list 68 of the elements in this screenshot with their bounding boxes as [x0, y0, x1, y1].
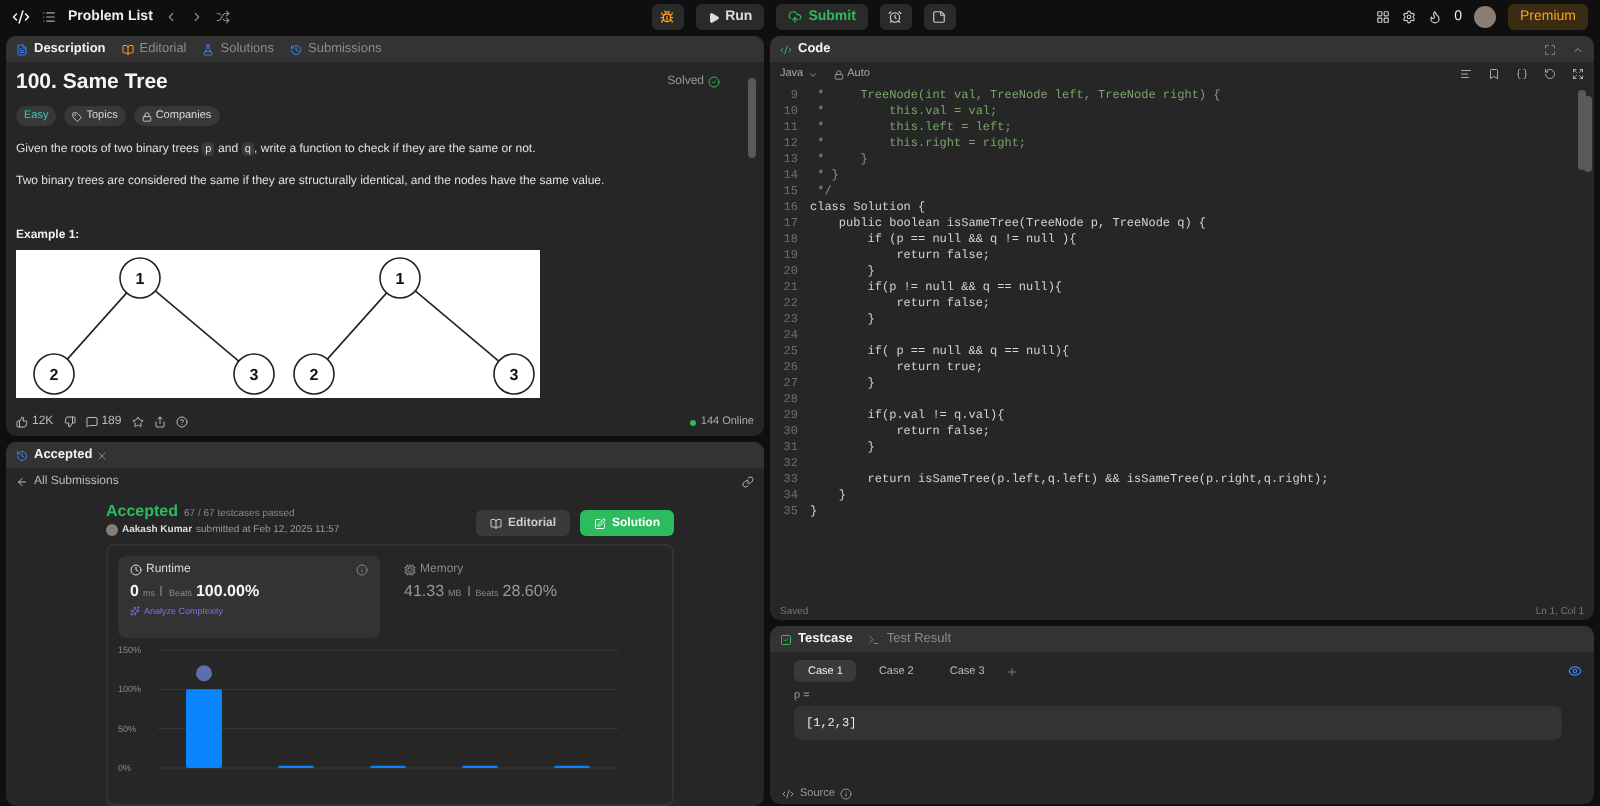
- share-icon[interactable]: [153, 416, 166, 428]
- check-circle-icon: [708, 76, 720, 88]
- format-icon[interactable]: [1460, 68, 1472, 80]
- help-icon[interactable]: [175, 416, 188, 428]
- pen-icon: [594, 517, 606, 529]
- user-avatar-icon: [196, 665, 212, 682]
- list-icon: [42, 10, 56, 24]
- result-status: Accepted: [106, 502, 179, 520]
- alarm-clock-icon: [888, 10, 903, 24]
- bookmark-icon[interactable]: [1488, 68, 1500, 80]
- problem-title: 100. Same Tree: [16, 68, 168, 96]
- next-icon[interactable]: [190, 10, 205, 24]
- tree-edge: [414, 290, 500, 362]
- chip-icon: [404, 564, 416, 576]
- layout-icon[interactable]: [1376, 10, 1391, 24]
- cloud-upload-icon: [788, 10, 803, 24]
- bug-icon: [660, 10, 675, 24]
- clock-icon: [130, 564, 142, 576]
- timer-button[interactable]: [879, 4, 912, 30]
- comment-icon: [85, 416, 98, 428]
- eye-icon[interactable]: [1568, 664, 1582, 678]
- add-icon[interactable]: [1006, 665, 1019, 677]
- book-icon: [489, 517, 502, 529]
- info-icon: [356, 564, 368, 576]
- notes-button[interactable]: [923, 4, 956, 30]
- lock-icon: [833, 69, 844, 79]
- back-arrow-icon[interactable]: [16, 476, 28, 488]
- tree-edge: [154, 290, 240, 362]
- link-icon[interactable]: [742, 476, 754, 488]
- settings-icon[interactable]: [1402, 10, 1417, 24]
- avatar[interactable]: [1474, 6, 1496, 28]
- tree-edge: [66, 292, 128, 360]
- code-icon: [782, 788, 794, 800]
- tab-icon: [16, 43, 28, 55]
- star-icon[interactable]: [131, 416, 144, 428]
- tab-icon: [290, 43, 302, 55]
- tree-node: 1: [379, 257, 421, 299]
- sparkles-icon: [130, 606, 140, 616]
- tree-node: 1: [119, 257, 161, 299]
- lock-icon: [141, 111, 152, 121]
- tree-node: 3: [233, 353, 275, 395]
- caret-icon: [807, 69, 818, 79]
- note-icon: [932, 10, 947, 24]
- previous-icon[interactable]: [164, 10, 179, 24]
- scrollbar[interactable]: [1578, 90, 1586, 170]
- tree-node: 3: [493, 353, 535, 395]
- checkbox-icon: [780, 633, 792, 645]
- info-icon[interactable]: [840, 788, 853, 800]
- tab-icon: [121, 43, 134, 55]
- tag-icon: [72, 111, 83, 121]
- thumbs-up-icon: [16, 416, 28, 428]
- play-icon: [707, 11, 720, 23]
- scrollbar[interactable]: [748, 78, 756, 158]
- braces-icon[interactable]: [1516, 68, 1528, 80]
- debug-button[interactable]: [651, 4, 684, 30]
- close-icon[interactable]: [96, 449, 109, 461]
- tree-node: 2: [293, 353, 335, 395]
- logo-icon[interactable]: [12, 8, 30, 26]
- author-avatar: [106, 524, 118, 536]
- tab-icon: [202, 43, 215, 55]
- flame-icon[interactable]: [1428, 10, 1443, 24]
- tree-node: 2: [33, 353, 75, 395]
- dislike-icon[interactable]: [63, 416, 76, 428]
- shuffle-icon[interactable]: [216, 10, 231, 24]
- history-icon: [16, 449, 28, 461]
- tree-edge: [326, 292, 388, 360]
- code-icon: [780, 43, 792, 55]
- reset-icon[interactable]: [1544, 68, 1556, 80]
